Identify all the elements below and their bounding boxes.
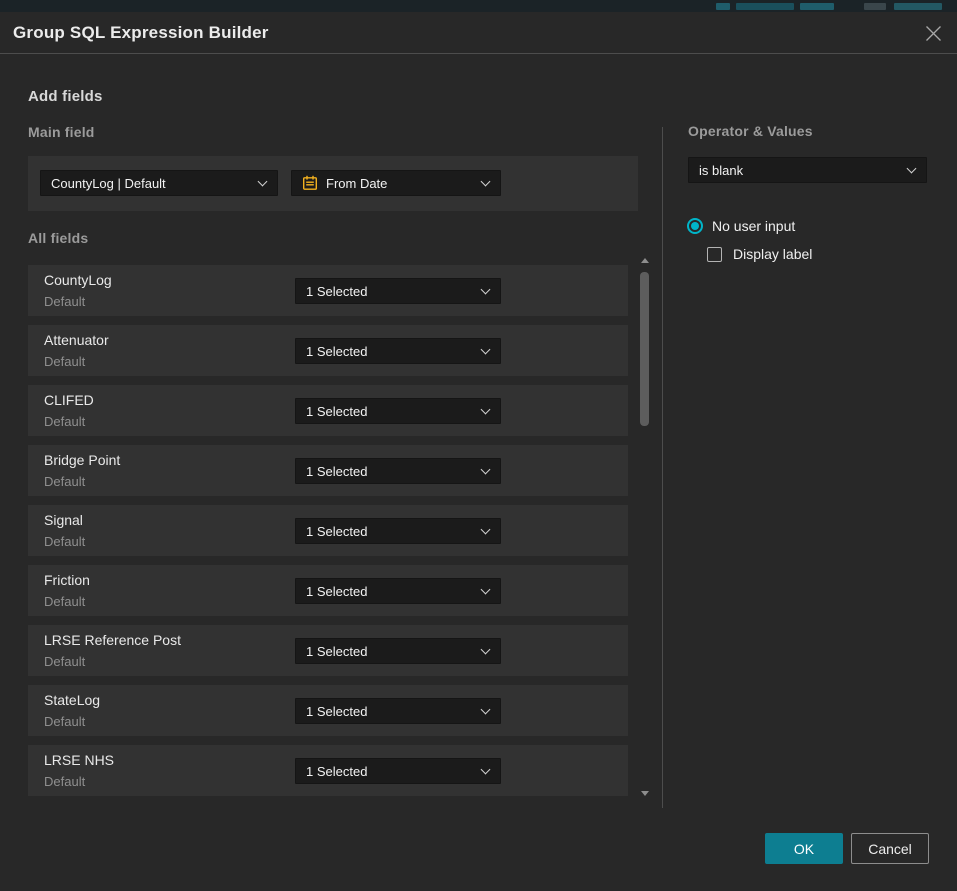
chevron-down-icon xyxy=(481,405,491,415)
chevron-down-icon xyxy=(481,765,491,775)
chevron-down-icon xyxy=(481,285,491,295)
field-dropdown[interactable]: From Date xyxy=(291,170,501,196)
main-field-box: CountyLog | Default From Date xyxy=(28,156,638,211)
field-selection-dropdown[interactable]: 1 Selected xyxy=(295,518,501,544)
scrollbar-up-icon[interactable] xyxy=(641,258,649,263)
field-subtitle: Default xyxy=(44,534,85,549)
operator-values-heading: Operator & Values xyxy=(688,123,813,139)
field-row: StateLog Default 1 Selected xyxy=(28,685,628,736)
field-row: LRSE Reference Post Default 1 Selected xyxy=(28,625,628,676)
field-selection-dropdown[interactable]: 1 Selected xyxy=(295,278,501,304)
dialog-titlebar: Group SQL Expression Builder xyxy=(0,12,957,54)
field-row: CLIFED Default 1 Selected xyxy=(28,385,628,436)
field-row: Bridge Point Default 1 Selected xyxy=(28,445,628,496)
background-app-fragment xyxy=(736,3,794,10)
field-dropdown-value: From Date xyxy=(326,176,387,191)
scrollbar-thumb[interactable] xyxy=(640,272,649,426)
chevron-down-icon xyxy=(481,585,491,595)
background-app-fragment xyxy=(894,3,942,10)
chevron-down-icon xyxy=(907,164,917,174)
field-name: LRSE NHS xyxy=(44,752,114,768)
field-name: CLIFED xyxy=(44,392,94,408)
cancel-button[interactable]: Cancel xyxy=(851,833,929,864)
layer-dropdown-value: CountyLog | Default xyxy=(51,176,166,191)
field-subtitle: Default xyxy=(44,654,85,669)
no-user-input-radio[interactable]: No user input xyxy=(687,218,795,234)
close-icon[interactable] xyxy=(921,21,945,45)
layer-dropdown[interactable]: CountyLog | Default xyxy=(40,170,278,196)
background-app-fragment xyxy=(800,3,834,10)
all-fields-label: All fields xyxy=(28,230,88,246)
background-app-strip xyxy=(0,0,957,12)
ok-button[interactable]: OK xyxy=(765,833,843,864)
chevron-down-icon xyxy=(481,645,491,655)
field-name: CountyLog xyxy=(44,272,112,288)
panel-divider xyxy=(662,127,663,808)
chevron-down-icon xyxy=(258,177,268,187)
field-selection-dropdown[interactable]: 1 Selected xyxy=(295,698,501,724)
scrollbar-down-icon[interactable] xyxy=(641,791,649,796)
field-selection-dropdown[interactable]: 1 Selected xyxy=(295,398,501,424)
chevron-down-icon xyxy=(481,345,491,355)
field-name: Signal xyxy=(44,512,83,528)
field-row: CountyLog Default 1 Selected xyxy=(28,265,628,316)
dialog-title: Group SQL Expression Builder xyxy=(13,12,269,54)
chevron-down-icon xyxy=(481,177,491,187)
screen: Group SQL Expression Builder Add fields … xyxy=(0,0,957,891)
field-subtitle: Default xyxy=(44,474,85,489)
group-sql-expression-builder-dialog: Group SQL Expression Builder Add fields … xyxy=(0,12,957,891)
field-subtitle: Default xyxy=(44,594,85,609)
field-name: Bridge Point xyxy=(44,452,120,468)
chevron-down-icon xyxy=(481,465,491,475)
field-subtitle: Default xyxy=(44,354,85,369)
radio-selected-icon xyxy=(687,218,703,234)
operator-dropdown-value: is blank xyxy=(699,163,743,178)
field-subtitle: Default xyxy=(44,414,85,429)
display-label-checkbox[interactable]: Display label xyxy=(707,246,812,262)
background-app-fragment xyxy=(864,3,886,10)
field-selection-dropdown[interactable]: 1 Selected xyxy=(295,578,501,604)
operator-dropdown[interactable]: is blank xyxy=(688,157,927,183)
field-row: LRSE NHS Default 1 Selected xyxy=(28,745,628,796)
field-row: Signal Default 1 Selected xyxy=(28,505,628,556)
calendar-icon xyxy=(302,175,318,191)
chevron-down-icon xyxy=(481,525,491,535)
field-name: StateLog xyxy=(44,692,100,708)
field-row: Friction Default 1 Selected xyxy=(28,565,628,616)
field-selection-dropdown[interactable]: 1 Selected xyxy=(295,638,501,664)
field-name: Friction xyxy=(44,572,90,588)
main-field-label: Main field xyxy=(28,124,95,140)
field-row: Attenuator Default 1 Selected xyxy=(28,325,628,376)
checkbox-unchecked-icon xyxy=(707,247,722,262)
display-label-label: Display label xyxy=(733,246,812,262)
no-user-input-label: No user input xyxy=(712,218,795,234)
field-selection-dropdown[interactable]: 1 Selected xyxy=(295,458,501,484)
field-subtitle: Default xyxy=(44,294,85,309)
field-subtitle: Default xyxy=(44,774,85,789)
field-selection-dropdown[interactable]: 1 Selected xyxy=(295,338,501,364)
field-subtitle: Default xyxy=(44,714,85,729)
field-name: Attenuator xyxy=(44,332,109,348)
background-app-fragment xyxy=(716,3,730,10)
add-fields-heading: Add fields xyxy=(28,88,103,105)
field-name: LRSE Reference Post xyxy=(44,632,181,648)
field-selection-dropdown[interactable]: 1 Selected xyxy=(295,758,501,784)
chevron-down-icon xyxy=(481,705,491,715)
